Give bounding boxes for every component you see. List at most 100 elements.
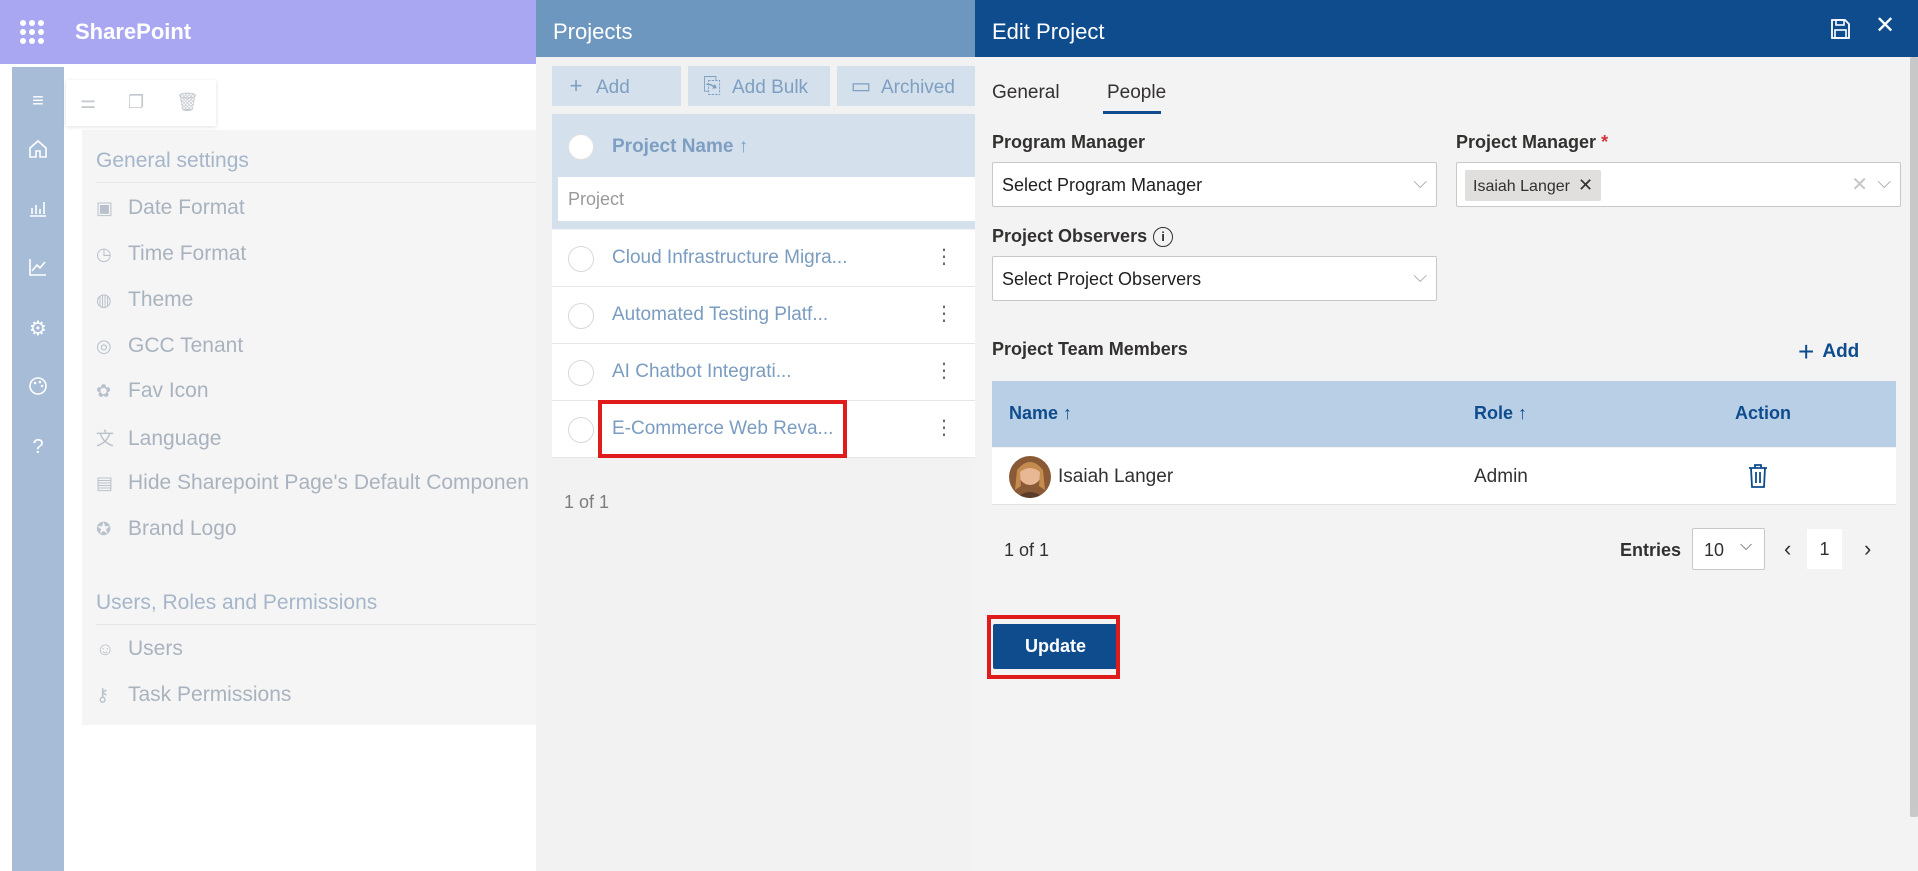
chevron-down-icon: ⌵ <box>1413 266 1427 286</box>
settings-item-fav-icon[interactable]: ✿ Fav Icon <box>96 379 209 407</box>
settings-gear-icon[interactable]: ⚙ <box>25 316 51 342</box>
sliders-icon[interactable]: ⚌ <box>80 92 96 113</box>
row-select-radio[interactable] <box>568 417 594 443</box>
project-filter-input[interactable]: Project <box>558 177 976 221</box>
project-name-link[interactable]: Automated Testing Platf... <box>612 304 828 326</box>
add-team-member-button[interactable]: + Add <box>1798 336 1859 368</box>
language-icon: 文 <box>96 429 114 449</box>
chart-icon[interactable] <box>25 197 51 223</box>
help-icon[interactable]: ? <box>25 434 51 460</box>
tab-general[interactable]: General <box>992 82 1060 104</box>
document-add-icon: ⎘ <box>703 73 721 98</box>
settings-item-language[interactable]: 文 Language <box>96 425 221 453</box>
settings-item-time-format[interactable]: ◷ Time Format <box>96 242 246 270</box>
project-row[interactable]: Cloud Infrastructure Migra... ⋮ <box>552 230 976 287</box>
team-members-label: Project Team Members <box>992 339 1188 359</box>
more-options-icon[interactable]: ⋮ <box>934 301 954 326</box>
divider <box>96 624 536 625</box>
program-manager-dropdown[interactable]: Select Program Manager ⌵ <box>992 162 1437 207</box>
column-header-project-name[interactable]: Project Name ↑ <box>612 136 748 158</box>
add-bulk-button[interactable]: ⎘ Add Bulk <box>688 66 830 106</box>
more-options-icon[interactable]: ⋮ <box>934 244 954 269</box>
delete-icon[interactable]: 🗑 <box>176 92 199 113</box>
column-header-role[interactable]: Role ↑ <box>1474 403 1527 424</box>
project-row[interactable]: AI Chatbot Integrati... ⋮ <box>552 344 976 401</box>
team-table-header: Name ↑ Role ↑ Action <box>992 381 1896 447</box>
remove-chip-icon[interactable]: ✕ <box>1578 175 1593 195</box>
chevron-down-icon: ⌵ <box>1413 172 1427 192</box>
add-project-button[interactable]: + Add <box>552 66 681 106</box>
active-tab-indicator <box>1103 111 1161 114</box>
chevron-right-icon[interactable]: › <box>1864 536 1871 562</box>
entries-value: 10 <box>1704 540 1725 560</box>
clear-selection-icon[interactable]: ✕ <box>1851 172 1868 197</box>
project-manager-dropdown[interactable]: Isaiah Langer ✕ ✕ ⌵ <box>1456 162 1901 207</box>
hamburger-menu-icon[interactable]: ≡ <box>25 88 51 114</box>
settings-item-gcc-tenant[interactable]: ◎ GCC Tenant <box>96 334 243 362</box>
edit-project-header: Edit Project ✕ <box>975 0 1918 57</box>
required-marker: * <box>1601 132 1609 152</box>
team-page-info: 1 of 1 <box>1004 540 1050 560</box>
program-manager-placeholder: Select Program Manager <box>1002 175 1203 195</box>
plus-icon: + <box>1798 336 1815 367</box>
globe-icon: ◎ <box>96 336 112 356</box>
row-select-radio[interactable] <box>568 303 594 329</box>
project-row[interactable]: Automated Testing Platf... ⋮ <box>552 287 976 344</box>
badge-icon: ✪ <box>96 519 112 539</box>
edit-project-panel: Edit Project ✕ General People Program Ma… <box>975 0 1918 871</box>
select-all-radio[interactable] <box>568 134 594 160</box>
table-row: Isaiah Langer Admin <box>992 448 1896 505</box>
trash-icon[interactable] <box>1746 463 1770 489</box>
highlight-box <box>598 400 847 458</box>
row-select-radio[interactable] <box>568 360 594 386</box>
fav-icon: ✿ <box>96 381 112 401</box>
project-manager-label: Project Manager * <box>1456 132 1609 152</box>
settings-item-brand-logo[interactable]: ✪ Brand Logo <box>96 517 237 545</box>
more-options-icon[interactable]: ⋮ <box>934 358 954 383</box>
selected-person-chip: Isaiah Langer ✕ <box>1465 170 1602 201</box>
section-title-users: Users, Roles and Permissions <box>96 591 378 614</box>
project-observers-placeholder: Select Project Observers <box>1002 269 1202 289</box>
divider <box>96 182 536 183</box>
project-name-link[interactable]: AI Chatbot Integrati... <box>612 361 792 383</box>
entries-label: Entries <box>1620 540 1682 560</box>
app-launcher-icon[interactable] <box>20 20 44 44</box>
palette-icon[interactable] <box>25 375 51 401</box>
projects-header: Projects <box>536 0 976 57</box>
column-header-name[interactable]: Name ↑ <box>1009 403 1072 424</box>
project-name-link[interactable]: Cloud Infrastructure Migra... <box>612 247 847 269</box>
more-options-icon[interactable]: ⋮ <box>934 415 954 440</box>
settings-item-users[interactable]: ☺ Users <box>96 637 183 665</box>
people-icon: ☺ <box>96 639 115 659</box>
archived-button[interactable]: ▭ Archived <box>837 66 976 106</box>
line-chart-icon[interactable] <box>25 256 51 282</box>
settings-item-hide-default-components[interactable]: ▤ Hide Sharepoint Page's Default Componen <box>96 471 529 499</box>
home-icon[interactable] <box>25 138 51 164</box>
column-header-action: Action <box>1735 403 1791 423</box>
scrollbar[interactable] <box>1910 57 1918 817</box>
projects-grid-header: Project Name ↑ Project <box>552 114 976 229</box>
project-observers-dropdown[interactable]: Select Project Observers ⌵ <box>992 256 1437 301</box>
member-role: Admin <box>1474 466 1528 487</box>
entries-select[interactable]: 10 ⌵ <box>1692 528 1765 570</box>
tab-people[interactable]: People <box>1107 82 1166 104</box>
current-page-button[interactable]: 1 <box>1807 529 1842 569</box>
settings-item-date-format[interactable]: ▣ Date Format <box>96 196 245 224</box>
archive-icon: ▭ <box>850 73 872 98</box>
save-icon[interactable] <box>1828 17 1852 41</box>
chevron-left-icon[interactable]: ‹ <box>1784 536 1791 562</box>
edit-project-title: Edit Project <box>992 19 1105 44</box>
project-observers-label: Project Observers i <box>992 226 1174 247</box>
row-select-radio[interactable] <box>568 246 594 272</box>
brand-name[interactable]: SharePoint <box>75 19 191 45</box>
member-name: Isaiah Langer <box>1058 466 1174 487</box>
settings-item-task-permissions[interactable]: ⚷ Task Permissions <box>96 683 291 711</box>
highlight-box <box>987 615 1120 679</box>
plus-icon: + <box>569 73 583 98</box>
info-icon[interactable]: i <box>1153 227 1174 247</box>
settings-item-theme[interactable]: ◍ Theme <box>96 288 193 316</box>
close-icon[interactable]: ✕ <box>1873 14 1897 38</box>
copy-icon[interactable]: ❐ <box>128 92 144 113</box>
projects-page-info: 1 of 1 <box>564 492 610 512</box>
stopwatch-icon: ◷ <box>96 244 112 264</box>
